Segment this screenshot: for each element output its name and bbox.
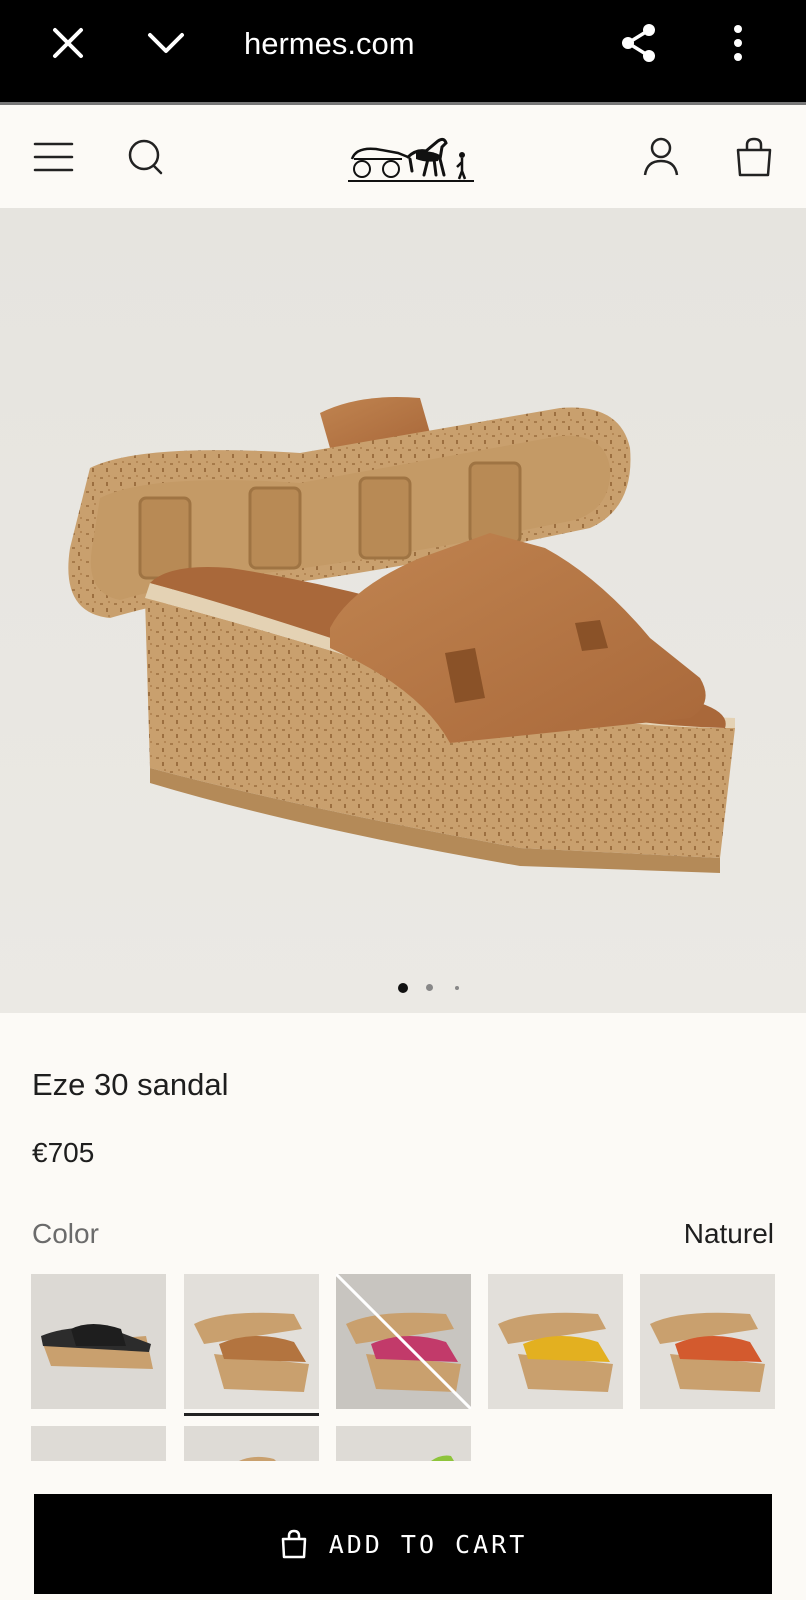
swatch-thumbnail [488, 1274, 623, 1409]
hermes-logo[interactable] [346, 119, 476, 189]
swatch-orange[interactable] [640, 1274, 775, 1409]
product-title: Eze 30 sandal [32, 1067, 229, 1102]
swatch-thumbnail [184, 1274, 319, 1409]
swatch-more-1[interactable] [31, 1426, 166, 1461]
add-to-cart-label: ADD TO CART [328, 1529, 528, 1559]
account-icon[interactable] [637, 133, 685, 181]
shopping-bag-icon [281, 1529, 306, 1559]
swatch-thumbnail [31, 1274, 166, 1409]
carousel-dot-active[interactable] [398, 983, 408, 993]
selected-color-name: Naturel [683, 1218, 774, 1249]
carousel-dot[interactable] [455, 986, 459, 990]
swatch-more-3[interactable] [336, 1426, 471, 1461]
search-icon[interactable] [122, 133, 170, 181]
swatch-black[interactable] [31, 1274, 166, 1409]
site-header [0, 105, 806, 208]
selected-swatch-indicator [184, 1413, 319, 1416]
menu-icon[interactable] [30, 133, 78, 181]
carousel-pagination [0, 978, 806, 998]
swatch-naturel[interactable] [184, 1274, 319, 1409]
product-image-carousel[interactable] [0, 208, 806, 1013]
swatch-thumbnail [336, 1274, 471, 1409]
carousel-dot[interactable] [426, 984, 433, 991]
more-vertical-icon[interactable] [716, 21, 760, 65]
add-to-cart-button[interactable]: ADD TO CART [34, 1494, 772, 1594]
shopping-bag-icon[interactable] [730, 133, 778, 181]
close-icon[interactable] [46, 21, 90, 65]
browser-toolbar: hermes.com [0, 0, 806, 102]
swatch-pink-unavailable[interactable] [336, 1274, 471, 1409]
color-label: Color [32, 1218, 99, 1249]
swatch-thumbnail [431, 1455, 454, 1461]
swatch-more-2[interactable] [184, 1426, 319, 1461]
swatch-yellow[interactable] [488, 1274, 623, 1409]
swatch-thumbnail [239, 1456, 276, 1461]
swatch-thumbnail [640, 1274, 775, 1409]
product-photo [0, 208, 806, 1013]
share-icon[interactable] [617, 21, 661, 65]
product-price: €705 [32, 1137, 95, 1168]
chevron-down-icon[interactable] [144, 21, 188, 65]
url-text[interactable]: hermes.com [244, 22, 415, 66]
